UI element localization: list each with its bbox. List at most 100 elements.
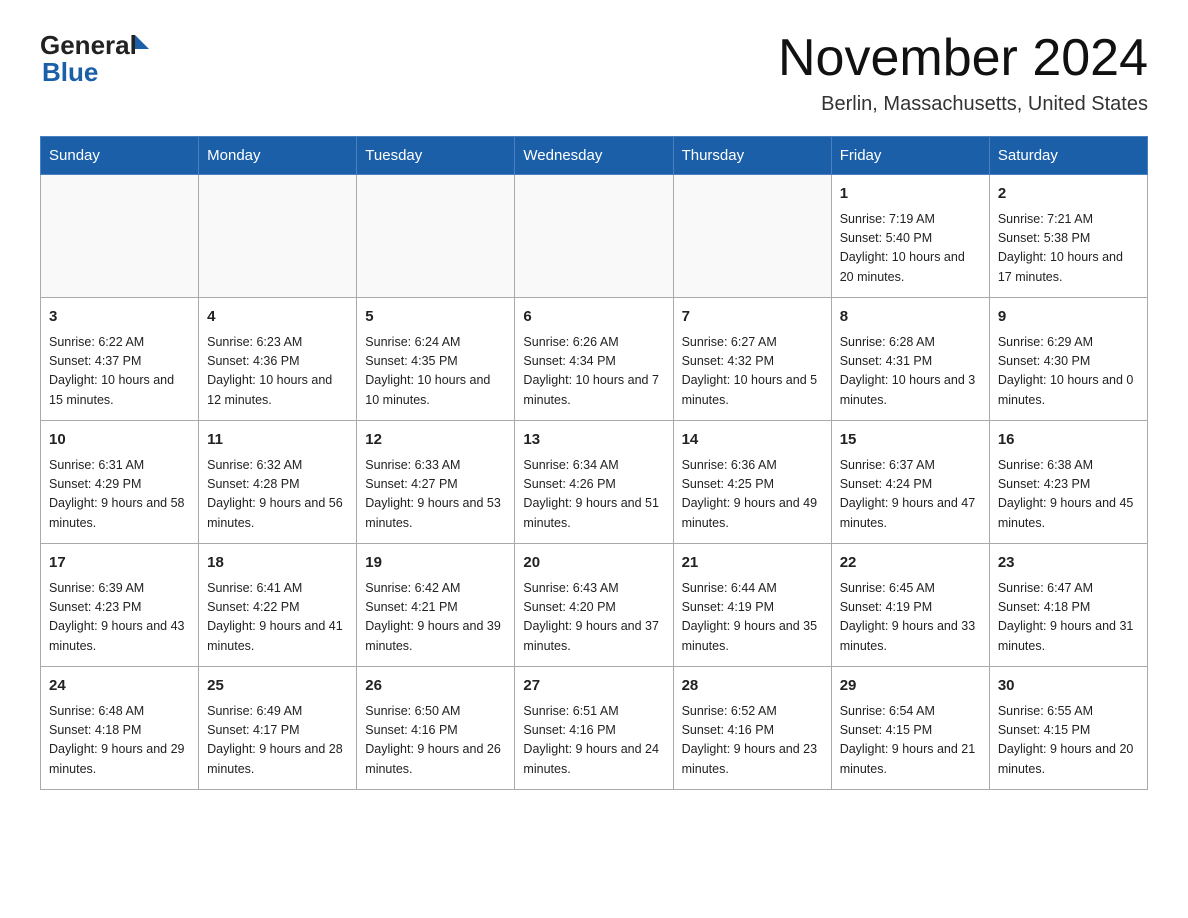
day-number: 2 — [998, 183, 1139, 206]
day-number: 16 — [998, 429, 1139, 452]
day-number: 1 — [840, 183, 981, 206]
calendar-table: SundayMondayTuesdayWednesdayThursdayFrid… — [40, 136, 1148, 790]
day-info: Sunrise: 7:19 AM Sunset: 5:40 PM Dayligh… — [840, 210, 981, 288]
col-header-friday: Friday — [831, 137, 989, 175]
day-info: Sunrise: 6:44 AM Sunset: 4:19 PM Dayligh… — [682, 579, 823, 657]
calendar-cell: 9 Sunrise: 6:29 AM Sunset: 4:30 PM Daylig… — [989, 298, 1147, 421]
logo-triangle-icon — [135, 35, 149, 49]
calendar-cell: 16 Sunrise: 6:38 AM Sunset: 4:23 PM Dayli… — [989, 421, 1147, 544]
day-number: 26 — [365, 675, 506, 698]
title-area: November 2024 Berlin, Massachusetts, Uni… — [778, 30, 1148, 116]
col-header-thursday: Thursday — [673, 137, 831, 175]
col-header-tuesday: Tuesday — [357, 137, 515, 175]
day-number: 6 — [523, 306, 664, 329]
calendar-week-row: 1 Sunrise: 7:19 AM Sunset: 5:40 PM Daylig… — [41, 175, 1148, 298]
calendar-week-row: 10Sunrise: 6:31 AM Sunset: 4:29 PM Dayli… — [41, 421, 1148, 544]
calendar-cell: 11 Sunrise: 6:32 AM Sunset: 4:28 PM Dayli… — [199, 421, 357, 544]
day-number: 3 — [49, 306, 190, 329]
day-number: 14 — [682, 429, 823, 452]
day-info: Sunrise: 6:51 AM Sunset: 4:16 PM Dayligh… — [523, 702, 664, 780]
subtitle: Berlin, Massachusetts, United States — [778, 93, 1148, 116]
day-number: 24 — [49, 675, 190, 698]
day-info: Sunrise: 6:50 AM Sunset: 4:16 PM Dayligh… — [365, 702, 506, 780]
calendar-cell: 2Sunrise: 7:21 AM Sunset: 5:38 PM Daylig… — [989, 175, 1147, 298]
calendar-cell: 29Sunrise: 6:54 AM Sunset: 4:15 PM Dayli… — [831, 667, 989, 790]
calendar-cell: 8 Sunrise: 6:28 AM Sunset: 4:31 PM Daylig… — [831, 298, 989, 421]
main-title: November 2024 — [778, 30, 1148, 87]
day-info: Sunrise: 6:34 AM Sunset: 4:26 PM Dayligh… — [523, 456, 664, 534]
page-header: General Blue November 2024 Berlin, Massa… — [40, 30, 1148, 116]
day-number: 21 — [682, 552, 823, 575]
day-number: 30 — [998, 675, 1139, 698]
calendar-cell: 27 Sunrise: 6:51 AM Sunset: 4:16 PM Dayli… — [515, 667, 673, 790]
day-info: Sunrise: 6:27 AM Sunset: 4:32 PM Dayligh… — [682, 333, 823, 411]
calendar-header-row: SundayMondayTuesdayWednesdayThursdayFrid… — [41, 137, 1148, 175]
day-info: Sunrise: 6:33 AM Sunset: 4:27 PM Dayligh… — [365, 456, 506, 534]
day-info: Sunrise: 6:29 AM Sunset: 4:30 PM Dayligh… — [998, 333, 1139, 411]
day-info: Sunrise: 6:42 AM Sunset: 4:21 PM Dayligh… — [365, 579, 506, 657]
calendar-cell: 17 Sunrise: 6:39 AM Sunset: 4:23 PM Dayli… — [41, 544, 199, 667]
calendar-cell: 20 Sunrise: 6:43 AM Sunset: 4:20 PM Dayli… — [515, 544, 673, 667]
calendar-cell: 7 Sunrise: 6:27 AM Sunset: 4:32 PM Daylig… — [673, 298, 831, 421]
day-number: 29 — [840, 675, 981, 698]
calendar-cell — [199, 175, 357, 298]
calendar-cell: 26 Sunrise: 6:50 AM Sunset: 4:16 PM Dayli… — [357, 667, 515, 790]
calendar-cell: 30Sunrise: 6:55 AM Sunset: 4:15 PM Dayli… — [989, 667, 1147, 790]
day-info: Sunrise: 6:47 AM Sunset: 4:18 PM Dayligh… — [998, 579, 1139, 657]
calendar-cell: 10Sunrise: 6:31 AM Sunset: 4:29 PM Dayli… — [41, 421, 199, 544]
col-header-wednesday: Wednesday — [515, 137, 673, 175]
day-number: 18 — [207, 552, 348, 575]
day-number: 4 — [207, 306, 348, 329]
day-info: Sunrise: 6:41 AM Sunset: 4:22 PM Dayligh… — [207, 579, 348, 657]
day-number: 13 — [523, 429, 664, 452]
calendar-cell: 4 Sunrise: 6:23 AM Sunset: 4:36 PM Daylig… — [199, 298, 357, 421]
day-info: Sunrise: 6:38 AM Sunset: 4:23 PM Dayligh… — [998, 456, 1139, 534]
day-number: 9 — [998, 306, 1139, 329]
day-number: 12 — [365, 429, 506, 452]
col-header-sunday: Sunday — [41, 137, 199, 175]
day-info: Sunrise: 6:37 AM Sunset: 4:24 PM Dayligh… — [840, 456, 981, 534]
logo-blue-text: Blue — [42, 57, 98, 88]
day-number: 28 — [682, 675, 823, 698]
day-info: Sunrise: 6:28 AM Sunset: 4:31 PM Dayligh… — [840, 333, 981, 411]
calendar-cell — [515, 175, 673, 298]
calendar-cell — [357, 175, 515, 298]
day-info: Sunrise: 6:43 AM Sunset: 4:20 PM Dayligh… — [523, 579, 664, 657]
calendar-week-row: 17 Sunrise: 6:39 AM Sunset: 4:23 PM Dayli… — [41, 544, 1148, 667]
day-info: Sunrise: 6:39 AM Sunset: 4:23 PM Dayligh… — [49, 579, 190, 657]
day-info: Sunrise: 6:45 AM Sunset: 4:19 PM Dayligh… — [840, 579, 981, 657]
day-number: 27 — [523, 675, 664, 698]
day-number: 11 — [207, 429, 348, 452]
calendar-cell: 28Sunrise: 6:52 AM Sunset: 4:16 PM Dayli… — [673, 667, 831, 790]
calendar-cell: 14 Sunrise: 6:36 AM Sunset: 4:25 PM Dayli… — [673, 421, 831, 544]
calendar-cell: 21 Sunrise: 6:44 AM Sunset: 4:19 PM Dayli… — [673, 544, 831, 667]
calendar-cell: 23 Sunrise: 6:47 AM Sunset: 4:18 PM Dayli… — [989, 544, 1147, 667]
calendar-cell — [673, 175, 831, 298]
day-number: 8 — [840, 306, 981, 329]
col-header-saturday: Saturday — [989, 137, 1147, 175]
calendar-cell: 25Sunrise: 6:49 AM Sunset: 4:17 PM Dayli… — [199, 667, 357, 790]
day-info: Sunrise: 6:32 AM Sunset: 4:28 PM Dayligh… — [207, 456, 348, 534]
day-number: 25 — [207, 675, 348, 698]
day-number: 15 — [840, 429, 981, 452]
day-number: 5 — [365, 306, 506, 329]
calendar-cell: 13 Sunrise: 6:34 AM Sunset: 4:26 PM Dayli… — [515, 421, 673, 544]
calendar-cell: 24Sunrise: 6:48 AM Sunset: 4:18 PM Dayli… — [41, 667, 199, 790]
calendar-cell: 1 Sunrise: 7:19 AM Sunset: 5:40 PM Daylig… — [831, 175, 989, 298]
calendar-cell: 12 Sunrise: 6:33 AM Sunset: 4:27 PM Dayli… — [357, 421, 515, 544]
calendar-cell: 22 Sunrise: 6:45 AM Sunset: 4:19 PM Dayli… — [831, 544, 989, 667]
day-number: 17 — [49, 552, 190, 575]
calendar-cell: 5 Sunrise: 6:24 AM Sunset: 4:35 PM Daylig… — [357, 298, 515, 421]
calendar-week-row: 24Sunrise: 6:48 AM Sunset: 4:18 PM Dayli… — [41, 667, 1148, 790]
day-info: Sunrise: 6:23 AM Sunset: 4:36 PM Dayligh… — [207, 333, 348, 411]
logo: General Blue — [40, 30, 149, 88]
day-number: 19 — [365, 552, 506, 575]
col-header-monday: Monday — [199, 137, 357, 175]
day-number: 23 — [998, 552, 1139, 575]
day-number: 20 — [523, 552, 664, 575]
day-info: Sunrise: 6:22 AM Sunset: 4:37 PM Dayligh… — [49, 333, 190, 411]
day-info: Sunrise: 6:36 AM Sunset: 4:25 PM Dayligh… — [682, 456, 823, 534]
day-number: 7 — [682, 306, 823, 329]
day-info: Sunrise: 6:24 AM Sunset: 4:35 PM Dayligh… — [365, 333, 506, 411]
day-number: 22 — [840, 552, 981, 575]
